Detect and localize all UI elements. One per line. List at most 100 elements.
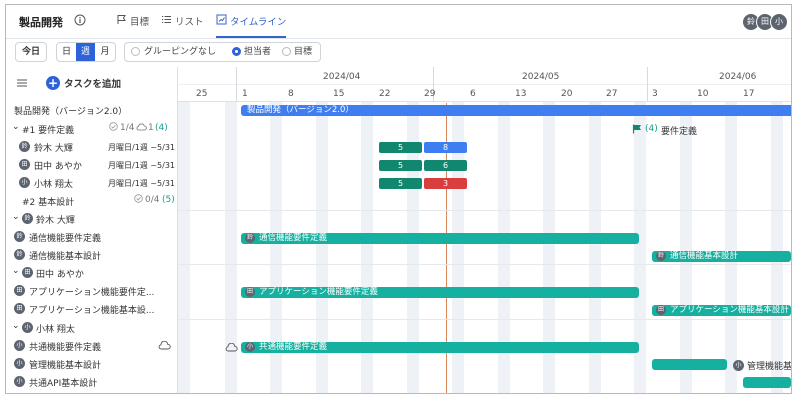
- radio-assignee[interactable]: [232, 47, 241, 56]
- task-bar[interactable]: 小 共通機能要件定義: [241, 342, 639, 353]
- avatar: 小: [245, 342, 255, 352]
- day-label: 8: [288, 89, 294, 99]
- chevron-down-icon[interactable]: ⌄: [12, 122, 20, 132]
- check-circle-icon: [109, 122, 118, 134]
- avatar: 田: [245, 287, 255, 297]
- day-label: 13: [515, 89, 527, 99]
- chevron-down-icon[interactable]: ⌄: [12, 212, 20, 222]
- task-bar[interactable]: 鈴 通信機能要件定義: [241, 233, 639, 244]
- day-label: 20: [561, 89, 573, 99]
- task-name: 通信機能要件定義: [29, 234, 102, 244]
- chevron-down-icon[interactable]: ⌄: [12, 266, 20, 276]
- load-count-cell[interactable]: 3: [424, 178, 467, 189]
- task-row[interactable]: 田 アプリケーション機能基本設...: [6, 300, 177, 318]
- tab-list[interactable]: リスト: [161, 14, 204, 36]
- avatar: 鈴: [14, 249, 25, 260]
- task-row[interactable]: 田 アプリケーション機能要件定...: [6, 282, 177, 300]
- header: 製品開発 目標 リスト タイムライン 鈴 田 小: [6, 5, 791, 39]
- member-due: 月曜日/1週 ~5/31: [108, 143, 175, 152]
- task-row[interactable]: 小 管理機能基本設計: [6, 355, 177, 373]
- load-count-cell[interactable]: 5: [379, 142, 422, 153]
- avatar: 鈴: [656, 251, 666, 261]
- assignee-group-header[interactable]: ⌄ 田 田中 あやか: [6, 264, 177, 282]
- task-bar[interactable]: 鈴 通信機能基本設計: [652, 251, 791, 262]
- scale-week[interactable]: 週: [76, 43, 95, 61]
- today-button[interactable]: 今日: [15, 42, 47, 62]
- goal-row[interactable]: ⌄ #1 要件定義 1/4 1 (4): [6, 120, 177, 138]
- task-name: 共通API基本設計: [29, 379, 98, 389]
- avatar: 小: [733, 360, 744, 371]
- scale-switch: 日 週 月: [56, 42, 116, 62]
- goal-member-row[interactable]: 小 小林 翔太 月曜日/1週 ~5/31: [6, 174, 177, 192]
- month-label: 2024/06: [719, 72, 757, 82]
- row-divider: [178, 210, 791, 211]
- task-row[interactable]: 小 共通API基本設計: [6, 373, 177, 391]
- cloud-icon[interactable]: [158, 340, 171, 353]
- task-name: 通信機能基本設計: [29, 252, 102, 262]
- page-title: 製品開発: [19, 16, 63, 29]
- day-label: 6: [470, 89, 476, 99]
- task-bar[interactable]: [652, 359, 727, 370]
- list-icon: [161, 14, 172, 28]
- app-window: 製品開発 目標 リスト タイムライン 鈴 田 小 今日 日 週 月 グルーピング: [5, 4, 792, 394]
- tab-label: タイムライン: [230, 17, 287, 28]
- flag-icon: [116, 14, 127, 28]
- task-row[interactable]: 鈴 通信機能基本設計: [6, 246, 177, 264]
- task-bar[interactable]: 田 アプリケーション機能要件定義: [241, 287, 639, 298]
- tab-timeline[interactable]: タイムライン: [216, 14, 287, 38]
- avatar: 小: [14, 376, 25, 387]
- goal-member-row[interactable]: 鈴 鈴木 大輝 月曜日/1週 ~5/31: [6, 138, 177, 156]
- goal-row[interactable]: #2 基本設計 0/4 (5): [6, 192, 177, 210]
- info-icon[interactable]: [74, 14, 86, 29]
- group-name: 鈴木 大輝: [36, 216, 75, 226]
- member-due: 月曜日/1週 ~5/31: [108, 179, 175, 188]
- month-label: 2024/05: [522, 72, 560, 82]
- task-name: アプリケーション機能要件定...: [29, 288, 155, 298]
- add-task-button[interactable]: + タスクを追加: [46, 76, 121, 90]
- task-row[interactable]: 鈴 通信機能要件定義: [6, 228, 177, 246]
- milestone-flag-icon[interactable]: [632, 124, 642, 137]
- avatar: 鈴: [245, 233, 255, 243]
- project-row[interactable]: 製品開発（バージョン2.0）: [6, 101, 177, 119]
- task-bar-label: 共通機能要件定義: [259, 342, 328, 352]
- project-bar[interactable]: 製品開発（バージョン2.0）: [241, 105, 791, 116]
- scale-month[interactable]: 月: [95, 43, 115, 61]
- load-count-cell[interactable]: 8: [424, 142, 467, 153]
- task-name: 管理機能基本設計: [29, 361, 102, 371]
- assignee-group-header[interactable]: ⌄ 鈴 鈴木 大輝: [6, 210, 177, 228]
- task-list-panel: + タスクを追加 製品開発（バージョン2.0） ⌄ #1 要件定義 1/4 1 …: [6, 67, 178, 393]
- goal-progress: 1/4: [120, 123, 135, 133]
- day-label: 17: [743, 89, 755, 99]
- assignee-group-header[interactable]: ⌄ 小 小林 翔太: [6, 319, 177, 337]
- goal-member-row[interactable]: 田 田中 あやか 月曜日/1週 ~5/31: [6, 156, 177, 174]
- timeline-grid[interactable]: 2024/04 2024/05 2024/06 25 1 8 15 22 29 …: [178, 67, 791, 393]
- radio-label: 担当者: [244, 47, 272, 57]
- task-bar-label: 管理機能基本: [747, 362, 791, 372]
- avatar: 小: [14, 358, 25, 369]
- milestone-label: 要件定義: [661, 127, 698, 137]
- month-divider: [236, 67, 237, 101]
- load-count-cell[interactable]: 6: [424, 160, 467, 171]
- avatar[interactable]: 小: [770, 13, 788, 31]
- hamburger-icon[interactable]: [17, 79, 27, 90]
- radio-no-grouping[interactable]: [131, 47, 140, 56]
- avatar: 鈴: [19, 141, 30, 152]
- load-count-cell[interactable]: 5: [379, 178, 422, 189]
- task-bar[interactable]: [743, 377, 791, 388]
- load-count-cell[interactable]: 5: [379, 160, 422, 171]
- scale-day[interactable]: 日: [57, 43, 76, 61]
- radio-goal[interactable]: [282, 47, 291, 56]
- day-label: 1: [242, 89, 248, 99]
- task-bar-label: 通信機能基本設計: [670, 251, 739, 261]
- member-name: 田中 あやか: [34, 162, 82, 172]
- member-name: 鈴木 大輝: [34, 144, 73, 154]
- chevron-down-icon[interactable]: ⌄: [12, 321, 20, 331]
- avatar: 田: [14, 303, 25, 314]
- task-row[interactable]: 小 共通機能要件定義: [6, 337, 177, 355]
- avatar: 田: [14, 285, 25, 296]
- task-name: 共通機能要件定義: [29, 343, 102, 353]
- task-bar[interactable]: 田 アプリケーション機能基本設計: [652, 305, 791, 316]
- avatar: 田: [656, 305, 666, 315]
- tab-goals[interactable]: 目標: [116, 14, 149, 36]
- task-bar-label: アプリケーション機能基本設計: [670, 305, 789, 315]
